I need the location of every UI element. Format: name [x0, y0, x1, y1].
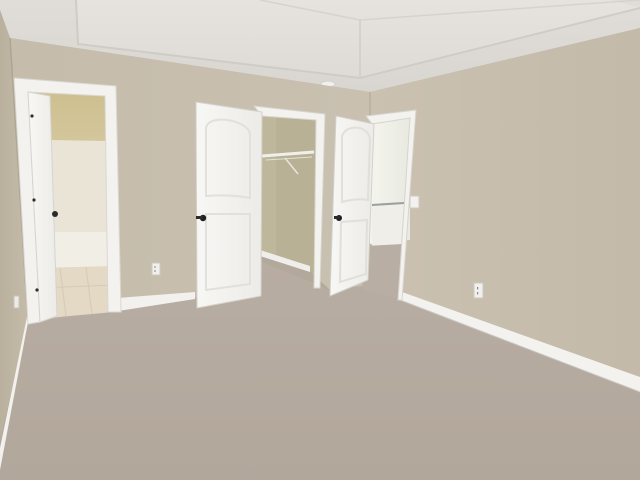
bathroom-doorway — [13, 77, 122, 325]
hallway-door — [329, 115, 375, 297]
outlet-icon — [13, 295, 20, 309]
door-hinge — [35, 288, 39, 292]
hallway-doorway — [329, 109, 417, 301]
outlet-icon — [473, 282, 484, 299]
bathtub — [50, 232, 110, 268]
bathtub-surround — [50, 140, 108, 238]
door-hinge — [30, 114, 34, 118]
bedroom-photo — [0, 0, 640, 480]
light-switch-icon — [409, 195, 420, 209]
door-hinge — [32, 198, 36, 202]
outlet-icon — [151, 262, 161, 276]
bedroom-scene — [0, 0, 640, 480]
door-knob-icon — [52, 211, 58, 217]
